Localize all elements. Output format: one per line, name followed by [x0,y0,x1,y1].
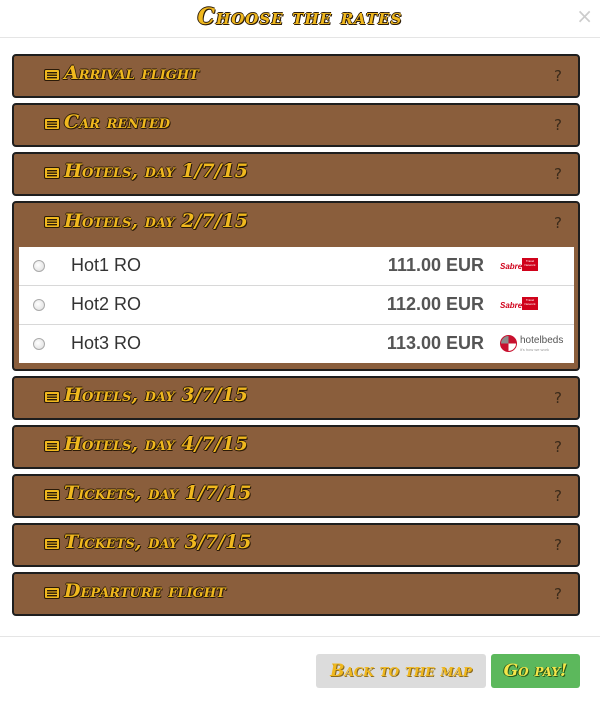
close-icon[interactable]: × [576,6,593,26]
modal-footer: Back to the map Go pay! [0,636,600,703]
list-icon [44,391,60,403]
help-icon[interactable]: ? [554,116,562,134]
panel-title: Hotels, day 2/7/15 [64,210,248,232]
help-icon[interactable]: ? [554,214,562,232]
panel-hotels-day-4: Hotels, day 4/7/15 ? [12,425,580,469]
sabre-logo-box: Travel Network [522,258,538,271]
rate-name: Hot3 RO [71,333,142,353]
panel-header[interactable]: Hotels, day 1/7/15 ? [14,154,578,194]
rate-radio[interactable] [33,260,45,272]
panel-header[interactable]: Car rented ? [14,105,578,145]
list-icon [44,489,60,501]
rate-name: Hot2 RO [71,294,142,314]
panel-title: Tickets, day 1/7/15 [64,482,252,504]
list-icon [44,587,60,599]
rate-price: 111.00 EUR [387,255,484,275]
rate-name: Hot1 RO [71,255,142,275]
panel-hotels-day-3: Hotels, day 3/7/15 ? [12,376,580,420]
panel-arrival-flight: Arrival flight ? [12,54,580,98]
rate-row[interactable]: Hot1 RO 111.00 EUR Sabre Travel Network [19,247,574,286]
panel-header[interactable]: Departure flight ? [14,574,578,614]
help-icon[interactable]: ? [554,67,562,85]
go-pay-button[interactable]: Go pay! [491,654,580,688]
list-icon [44,118,60,130]
hotelbeds-logo: hotelbeds it's how we work [500,334,566,354]
panel-departure-flight: Departure flight ? [12,572,580,616]
hotelbeds-logo-word: hotelbeds [520,335,564,346]
panel-tickets-day-3: Tickets, day 3/7/15 ? [12,523,580,567]
help-icon[interactable]: ? [554,536,562,554]
list-icon [44,538,60,550]
panel-header[interactable]: Arrival flight ? [14,56,578,96]
help-icon[interactable]: ? [554,438,562,456]
help-icon[interactable]: ? [554,487,562,505]
panel-header[interactable]: Hotels, day 3/7/15 ? [14,378,578,418]
hotelbeds-logo-tagline: it's how we work [520,347,549,352]
panel-title: Hotels, day 3/7/15 [64,384,248,406]
sabre-logo-box: Travel Network [522,297,538,310]
panel-header[interactable]: Hotels, day 2/7/15 ? [14,203,578,247]
help-icon[interactable]: ? [554,389,562,407]
panel-hotels-day-2: Hotels, day 2/7/15 ? Hot1 RO 111.00 EUR … [12,201,580,371]
sabre-logo-word: Sabre [500,301,523,310]
modal-header: Choose the rates × [0,0,600,38]
help-icon[interactable]: ? [554,585,562,603]
sabre-logo: Sabre Travel Network [500,295,566,315]
rate-panels: Arrival flight ? Car rented ? Hotels, da… [12,54,580,621]
rate-row[interactable]: Hot3 RO 113.00 EUR hotelbeds it's how we… [19,325,574,363]
rate-row[interactable]: Hot2 RO 112.00 EUR Sabre Travel Network [19,286,574,325]
rate-price: 113.00 EUR [386,333,484,353]
list-icon [44,69,60,81]
panel-car-rented: Car rented ? [12,103,580,147]
list-icon [44,216,60,228]
rates-modal: Choose the rates × Arrival flight ? Car … [0,0,600,703]
panel-title: Departure flight [64,580,226,602]
rate-list: Hot1 RO 111.00 EUR Sabre Travel Network … [19,247,574,363]
rate-price: 112.00 EUR [386,294,484,314]
sabre-logo-word: Sabre [500,262,523,271]
panel-title: Arrival flight [64,62,199,84]
panel-title: Hotels, day 1/7/15 [64,160,248,182]
modal-title: Choose the rates [197,4,403,30]
panel-hotels-day-1: Hotels, day 1/7/15 ? [12,152,580,196]
sabre-logo: Sabre Travel Network [500,256,566,276]
list-icon [44,167,60,179]
panel-header[interactable]: Hotels, day 4/7/15 ? [14,427,578,467]
panel-tickets-day-1: Tickets, day 1/7/15 ? [12,474,580,518]
panel-title: Car rented [64,111,171,133]
rate-radio[interactable] [33,299,45,311]
back-to-map-button[interactable]: Back to the map [316,654,486,688]
panel-header[interactable]: Tickets, day 1/7/15 ? [14,476,578,516]
panel-title: Tickets, day 3/7/15 [64,531,252,553]
rate-radio[interactable] [33,338,45,350]
help-icon[interactable]: ? [554,165,562,183]
panel-header[interactable]: Tickets, day 3/7/15 ? [14,525,578,565]
panel-title: Hotels, day 4/7/15 [64,433,248,455]
hotelbeds-logo-mark [500,335,517,352]
list-icon [44,440,60,452]
